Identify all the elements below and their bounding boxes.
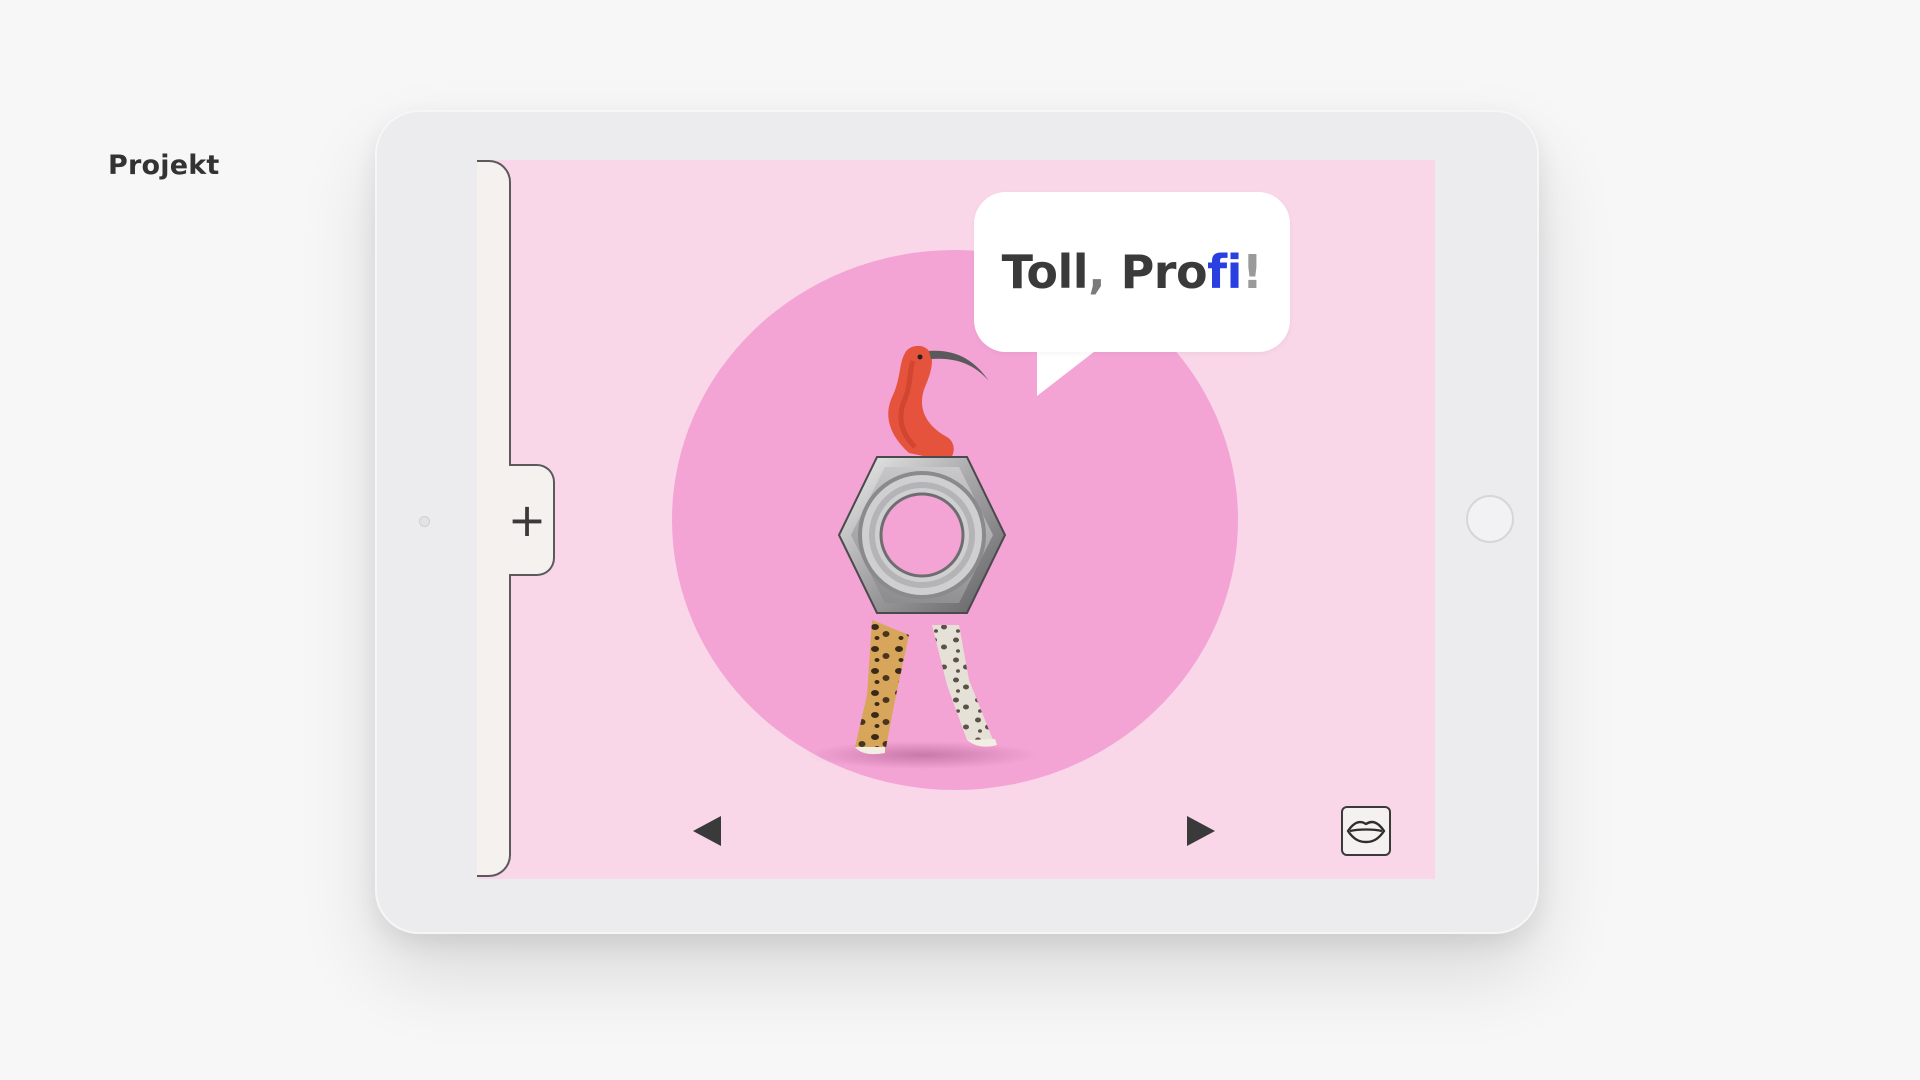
bubble-word-pro: Pro — [1120, 245, 1208, 299]
app-screen: + Toll, Profi! — [477, 160, 1435, 879]
speech-bubble: Toll, Profi! — [974, 192, 1290, 352]
side-drawer[interactable] — [477, 160, 511, 877]
previous-button[interactable] — [688, 811, 728, 851]
bubble-word-toll: Toll — [1001, 245, 1089, 299]
triangle-right-icon — [1187, 816, 1215, 846]
speak-button[interactable] — [1341, 806, 1391, 856]
presentation-slide: Projekt + Toll, Profi! — [0, 0, 1920, 1080]
home-button[interactable] — [1466, 495, 1514, 543]
bubble-comma: , — [1088, 245, 1106, 299]
character-illustration — [807, 345, 1037, 769]
lips-icon — [1346, 820, 1386, 844]
front-camera — [419, 516, 430, 527]
speech-bubble-tail — [1037, 348, 1099, 396]
triangle-left-icon — [693, 816, 721, 846]
bubble-exclamation: ! — [1241, 245, 1263, 299]
speech-bubble-text: Toll, Profi! — [1002, 245, 1263, 299]
bubble-highlight-syllable: fi — [1207, 245, 1242, 299]
page-section-label: Projekt — [108, 150, 220, 181]
next-button[interactable] — [1180, 811, 1220, 851]
add-button[interactable]: + — [507, 464, 555, 576]
plus-icon: + — [507, 493, 547, 547]
